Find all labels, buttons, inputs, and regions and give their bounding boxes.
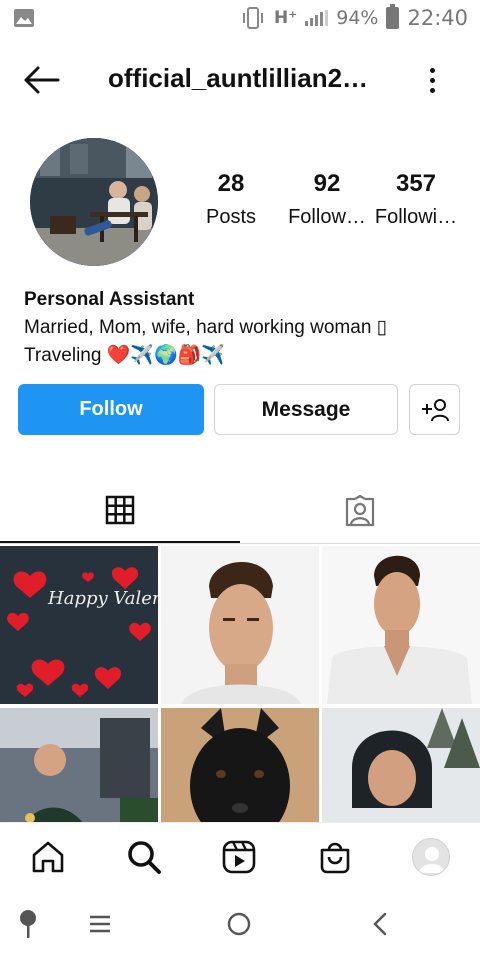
display-name: Personal Assistant <box>24 289 195 310</box>
username: official_auntlillian2… <box>108 63 369 93</box>
nav-profile[interactable] <box>411 837 451 877</box>
suggested-users-button[interactable] <box>409 384 460 435</box>
stat-followers[interactable]: 92 Follow… <box>284 170 370 229</box>
bio-emoji: ❤️✈️🌍🎒✈️ <box>106 345 226 366</box>
post-thumbnail[interactable] <box>322 546 480 704</box>
grid-icon <box>105 495 135 524</box>
tab-tagged[interactable] <box>240 478 480 543</box>
snow-portrait-image <box>322 708 480 822</box>
more-vertical-icon <box>429 67 435 73</box>
assistant-icon <box>20 910 36 938</box>
bio-line-1: Married, Mom, wife, hard working woman ▯ <box>24 317 388 338</box>
recents-button[interactable] <box>82 908 118 940</box>
nav-reels[interactable] <box>219 837 259 877</box>
portrait-image <box>161 546 319 704</box>
post-thumbnail[interactable] <box>161 546 319 704</box>
content-tabs <box>0 478 480 544</box>
battery-percent: 94% <box>336 7 379 29</box>
home-circle-icon <box>227 912 251 936</box>
home-system-button[interactable] <box>221 908 257 940</box>
avatar-photo <box>30 138 158 266</box>
nav-home[interactable] <box>28 837 68 877</box>
post-thumbnail[interactable] <box>322 708 480 822</box>
portrait-image <box>322 546 480 704</box>
signal-icon <box>305 10 329 26</box>
photo-image <box>0 708 158 822</box>
following-count: 357 <box>395 170 437 197</box>
followers-count: 92 <box>313 170 341 197</box>
profile-header: official_auntlillian2… <box>0 56 480 104</box>
arrow-left-icon <box>24 66 60 94</box>
vibrate-icon <box>243 7 264 29</box>
bio-line-2-text: Traveling <box>24 345 102 366</box>
following-label: Followi… <box>374 206 458 228</box>
shop-icon <box>320 842 350 874</box>
post-thumbnail[interactable]: Happy Valentine's Day <box>0 546 158 704</box>
battery-icon <box>386 4 400 29</box>
add-user-icon <box>421 398 449 421</box>
network-type: H⁺ <box>274 8 298 28</box>
home-icon <box>32 841 64 873</box>
back-chevron-icon <box>373 912 387 936</box>
followers-label: Follow… <box>288 206 366 228</box>
nav-search[interactable] <box>124 837 164 877</box>
bottom-navigation <box>0 822 480 888</box>
back-system-button[interactable] <box>362 908 398 940</box>
tab-grid[interactable] <box>0 478 240 543</box>
back-button[interactable] <box>22 62 62 98</box>
search-icon <box>128 841 161 874</box>
profile-bio: Personal Assistant Married, Mom, wife, h… <box>24 286 464 370</box>
posts-count: 28 <box>217 170 245 197</box>
post-thumbnail[interactable] <box>161 708 319 822</box>
message-button[interactable]: Message <box>214 384 398 435</box>
dog-image <box>161 708 319 822</box>
stat-following[interactable]: 357 Followi… <box>372 170 460 229</box>
stat-posts[interactable]: 28 Posts <box>190 170 272 229</box>
posts-grid: Happy Valentine's Day <box>0 546 480 822</box>
more-options-button[interactable] <box>420 64 444 96</box>
clock: 22:40 <box>407 6 468 30</box>
status-bar: H⁺ 94% 22:40 <box>0 0 480 36</box>
post-thumbnail[interactable] <box>0 708 158 822</box>
profile-actions: Follow Message <box>18 384 462 436</box>
system-navigation <box>0 888 480 960</box>
bio-line-2: Traveling ❤️✈️🌍🎒✈️ <box>24 342 464 370</box>
profile-icon <box>412 838 450 876</box>
reels-icon <box>222 840 256 874</box>
post-caption-1: Happy Valentine's Day <box>47 588 158 609</box>
assistant-button[interactable] <box>10 908 46 940</box>
tagged-user-icon <box>345 494 375 526</box>
nav-shop[interactable] <box>315 837 355 877</box>
recents-icon <box>90 915 110 933</box>
image-icon <box>14 9 34 27</box>
valentines-image: Happy Valentine's Day <box>0 546 158 704</box>
follow-button[interactable]: Follow <box>18 384 204 435</box>
posts-label: Posts <box>205 206 257 228</box>
profile-avatar[interactable] <box>30 138 158 266</box>
